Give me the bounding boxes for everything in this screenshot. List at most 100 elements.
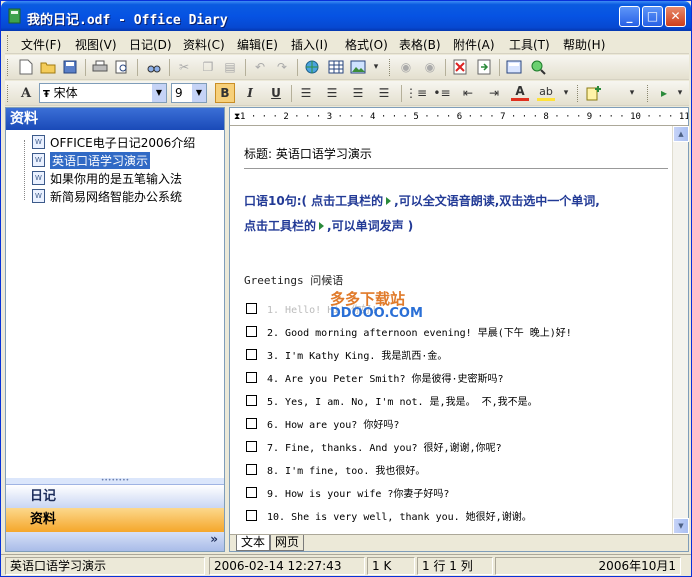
title-bar[interactable]: 我的日记.odf - Office Diary _ □ ✕ [1, 1, 691, 31]
justify-icon[interactable]: ☰ [375, 84, 393, 102]
scroll-down-icon[interactable]: ▼ [673, 518, 689, 534]
print-preview-icon[interactable] [113, 58, 131, 76]
menubar-grip[interactable] [7, 35, 10, 51]
vertical-scrollbar[interactable]: ▲ ▼ [672, 126, 689, 534]
sentence-text: 8. I'm fine, too. 我也很好。 [267, 465, 426, 477]
find-icon[interactable] [145, 58, 163, 76]
tree-item-label: OFFICE电子日记2006介绍 [50, 135, 196, 150]
align-left-icon[interactable]: ☰ [297, 84, 315, 102]
minimize-button[interactable]: _ [619, 6, 640, 27]
highlight-button[interactable]: ab [537, 84, 555, 101]
checkbox[interactable] [246, 394, 257, 406]
menu-insert[interactable]: 插入(I) [291, 36, 328, 53]
checkbox[interactable] [246, 440, 257, 452]
toolbar-grip[interactable] [389, 59, 392, 76]
toolbar-overflow-chevron-icon[interactable]: ▾ [627, 84, 637, 102]
scroll-up-icon[interactable]: ▲ [673, 126, 689, 142]
checkbox[interactable] [246, 348, 257, 360]
delete-icon[interactable] [451, 58, 469, 76]
toolbar-separator [137, 59, 138, 76]
numbered-list-icon[interactable]: ⋮≡ [405, 84, 427, 102]
previous-icon[interactable]: ◉ [397, 58, 415, 76]
toolbar-overflow-chevron-icon[interactable]: ▾ [675, 84, 685, 102]
toolbar-overflow-chevron-icon[interactable]: ▾ [561, 84, 571, 102]
checkbox[interactable] [246, 417, 257, 429]
nav-more-button[interactable]: » [6, 532, 224, 551]
bulleted-list-icon[interactable]: •≡ [433, 84, 451, 102]
table-icon[interactable] [327, 58, 345, 76]
speak-icon[interactable]: ▸ [655, 84, 673, 102]
menu-diary[interactable]: 日记(D) [129, 36, 172, 53]
menu-attachment[interactable]: 附件(A) [453, 36, 495, 53]
toolbar-grip[interactable] [7, 85, 10, 102]
menu-format[interactable]: 格式(O) [345, 36, 388, 53]
undo-icon[interactable]: ↶ [251, 58, 269, 76]
align-center-icon[interactable]: ☰ [323, 84, 341, 102]
ruler[interactable]: ⧗ 1 · · · 2 · · · 3 · · · 4 · · · 5 · · … [230, 108, 688, 126]
copy-icon[interactable]: ❐ [199, 58, 217, 76]
ruler-indent-marker[interactable]: ⧗ [234, 108, 240, 125]
tree-item-english-demo[interactable]: W 英语口语学习演示 [32, 151, 151, 169]
chevron-down-icon[interactable]: ▼ [192, 84, 206, 102]
checkbox[interactable] [246, 325, 257, 337]
redo-icon[interactable]: ↷ [273, 58, 291, 76]
font-color-button[interactable]: A [511, 84, 529, 101]
menu-tools[interactable]: 工具(T) [509, 36, 550, 53]
intro-text: 口语10句:( 点击工具栏的 [244, 194, 384, 208]
nav-tab-diary[interactable]: 日记 [6, 484, 224, 508]
menu-help[interactable]: 帮助(H) [563, 36, 605, 53]
tab-text[interactable]: 文本 [236, 535, 271, 551]
print-icon[interactable] [91, 58, 109, 76]
maximize-button[interactable]: □ [642, 6, 663, 27]
add-entry-icon[interactable] [585, 84, 603, 102]
save-icon[interactable] [61, 58, 79, 76]
italic-button[interactable]: I [241, 84, 259, 102]
checkbox[interactable] [246, 302, 257, 314]
menu-table[interactable]: 表格(B) [399, 36, 441, 53]
list-item: 8. I'm fine, too. 我也很好。 [246, 461, 425, 477]
toolbar-grip[interactable] [577, 85, 580, 102]
checkbox[interactable] [246, 509, 257, 521]
font-size-select[interactable]: 9 ▼ [171, 83, 207, 103]
search-globe-icon[interactable] [529, 58, 547, 76]
checkbox[interactable] [246, 371, 257, 383]
document-icon: W [32, 189, 45, 203]
underline-button[interactable]: U [267, 84, 285, 102]
tree-item-office-system[interactable]: W 新简易网络智能办公系统 [32, 188, 182, 204]
tree-item-office-diary-intro[interactable]: W OFFICE电子日记2006介绍 [32, 134, 195, 150]
menu-view[interactable]: 视图(V) [75, 36, 117, 53]
font-style-icon[interactable]: A [17, 84, 35, 102]
document-area[interactable]: 标题: 英语口语学习演示 口语10句:( 点击工具栏的 ,可以全文语音朗读,双击选… [230, 126, 672, 534]
chevron-down-icon[interactable]: ▼ [152, 84, 166, 102]
toolbar-separator [291, 85, 292, 102]
tab-web[interactable]: 网页 [270, 535, 305, 551]
checkbox[interactable] [246, 463, 257, 475]
decrease-indent-icon[interactable]: ⇤ [459, 84, 477, 102]
toolbar-overflow-chevron-icon[interactable]: ▾ [371, 58, 381, 76]
close-button[interactable]: ✕ [665, 6, 686, 27]
bold-button[interactable]: B [215, 83, 235, 103]
next-icon[interactable]: ◉ [421, 58, 439, 76]
toolbar-grip[interactable] [647, 85, 650, 102]
open-icon[interactable] [39, 58, 57, 76]
menu-data[interactable]: 资料(C) [183, 36, 225, 53]
calculator-icon[interactable] [505, 58, 523, 76]
cut-icon[interactable]: ✂ [175, 58, 193, 76]
status-bar: 英语口语学习演示 2006-02-14 12:27:43 1 K 1 行 1 列… [1, 554, 691, 576]
checkbox[interactable] [246, 486, 257, 498]
greetings-heading: Greetings 问候语 [244, 274, 344, 287]
align-right-icon[interactable]: ☰ [349, 84, 367, 102]
toolbar-separator [245, 59, 246, 76]
menu-edit[interactable]: 编辑(E) [237, 36, 278, 53]
increase-indent-icon[interactable]: ⇥ [485, 84, 503, 102]
nav-tab-data[interactable]: 资料 [6, 508, 224, 532]
insert-image-icon[interactable] [349, 58, 367, 76]
export-icon[interactable] [475, 58, 493, 76]
font-name-select[interactable]: Ŧ 宋体 ▼ [39, 83, 167, 103]
menu-file[interactable]: 文件(F) [21, 36, 61, 53]
paste-icon[interactable]: ▤ [221, 58, 239, 76]
tree-item-wubi-input[interactable]: W 如果你用的是五笔输入法 [32, 170, 182, 186]
new-icon[interactable] [17, 58, 35, 76]
toolbar-grip[interactable] [7, 59, 10, 76]
hyperlink-icon[interactable] [303, 58, 321, 76]
